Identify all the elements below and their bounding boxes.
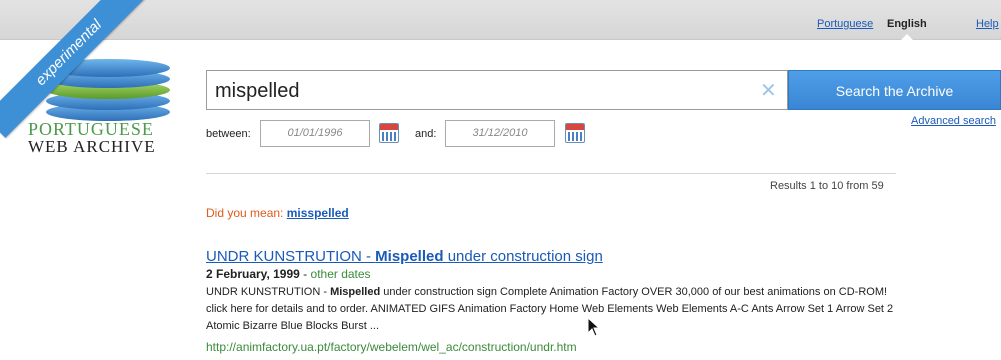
date-to-input[interactable]: 31/12/2010 [445,120,555,147]
logo-text-line2: WEB ARCHIVE [28,137,156,156]
result-date-value: 2 February, 1999 [206,267,300,281]
language-current-english: English [887,18,927,30]
search-box: ✕ [206,70,788,110]
date-from-input[interactable]: 01/01/1996 [260,120,370,147]
language-link-portuguese[interactable]: Portuguese [817,18,873,30]
calendar-icon[interactable] [379,123,399,143]
logo[interactable]: experimental PORTUGUESE WEB ARCHIVE [0,0,190,170]
and-label: and: [415,128,437,140]
result-snippet: UNDR KUNSTRUTION - Mispelled under const… [206,286,894,332]
result-title-link[interactable]: UNDR KUNSTRUTION - Mispelled under const… [206,248,906,265]
did-you-mean-suggestion[interactable]: misspelled [287,206,349,220]
result-date: 2 February, 1999 - other dates [206,267,371,281]
result-item: UNDR KUNSTRUTION - Mispelled under const… [206,248,906,354]
calendar-icon[interactable] [565,123,585,143]
advanced-search-link[interactable]: Advanced search [911,115,996,127]
did-you-mean-label: Did you mean: [206,206,284,220]
search-button[interactable]: Search the Archive [788,70,1001,110]
help-link[interactable]: Help [976,18,999,30]
divider [206,173,896,174]
search-input[interactable] [215,77,745,105]
results-count: Results 1 to 10 from 59 [770,180,884,192]
result-url[interactable]: http://animfactory.ua.pt/factory/webelem… [206,340,906,354]
close-icon[interactable]: ✕ [760,78,777,103]
between-label: between: [206,128,251,140]
other-dates-link[interactable]: other dates [311,267,371,281]
did-you-mean: Did you mean: misspelled [206,206,349,220]
mouse-cursor-icon [587,317,601,337]
